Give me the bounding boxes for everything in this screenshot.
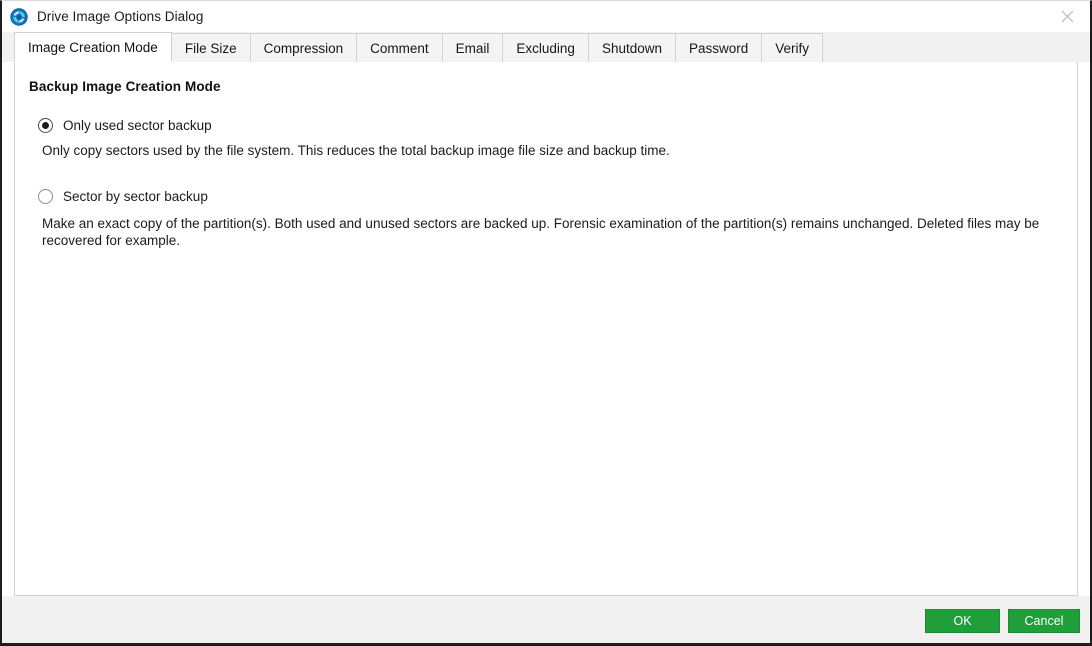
tab-label: Comment [370,40,429,56]
tab-email[interactable]: Email [441,33,504,62]
window-title: Drive Image Options Dialog [37,9,204,24]
tab-image-creation-mode[interactable]: Image Creation Mode [14,32,172,62]
tab-label: Excluding [516,40,575,56]
refresh-circle-icon [10,7,28,26]
tab-label: File Size [184,40,237,56]
tab-bar: Image Creation Mode File Size Compressio… [2,32,1090,62]
tab-comment[interactable]: Comment [356,33,443,62]
tab-shutdown[interactable]: Shutdown [587,33,676,62]
close-icon[interactable] [1045,1,1090,32]
tab-label: Shutdown [601,40,662,56]
tab-label: Verify [775,40,810,56]
radio-label: Only used sector backup [63,118,212,133]
tab-file-size[interactable]: File Size [170,33,251,62]
tab-label: Compression [263,40,344,56]
title-bar: Drive Image Options Dialog [2,1,1090,32]
radio-option-sector-by-sector[interactable]: Sector by sector backup [29,189,1063,204]
tab-password[interactable]: Password [675,33,763,62]
option-description-only-used-sector: Only copy sectors used by the file syste… [42,143,670,158]
cancel-button[interactable]: Cancel [1008,609,1080,633]
tab-compression[interactable]: Compression [249,33,358,62]
tab-label: Password [689,40,749,56]
page-title: Backup Image Creation Mode [29,79,221,94]
radio-label: Sector by sector backup [63,189,208,204]
option-description-sector-by-sector: Make an exact copy of the partition(s). … [42,216,1040,248]
tab-verify[interactable]: Verify [761,33,824,62]
tab-label: Email [455,40,490,56]
radio-option-only-used-sector[interactable]: Only used sector backup [29,118,1063,133]
tab-content-panel: Backup Image Creation Mode Only used sec… [14,62,1078,596]
ok-button[interactable]: OK [925,609,1000,633]
dialog-window: Drive Image Options Dialog Image Creatio… [0,0,1092,646]
tab-label: Image Creation Mode [28,39,158,55]
radio-sector-by-sector-backup[interactable] [38,189,53,204]
radio-only-used-sector-backup[interactable] [38,118,53,133]
tab-excluding[interactable]: Excluding [502,33,589,62]
dialog-footer: OK Cancel [2,596,1090,643]
